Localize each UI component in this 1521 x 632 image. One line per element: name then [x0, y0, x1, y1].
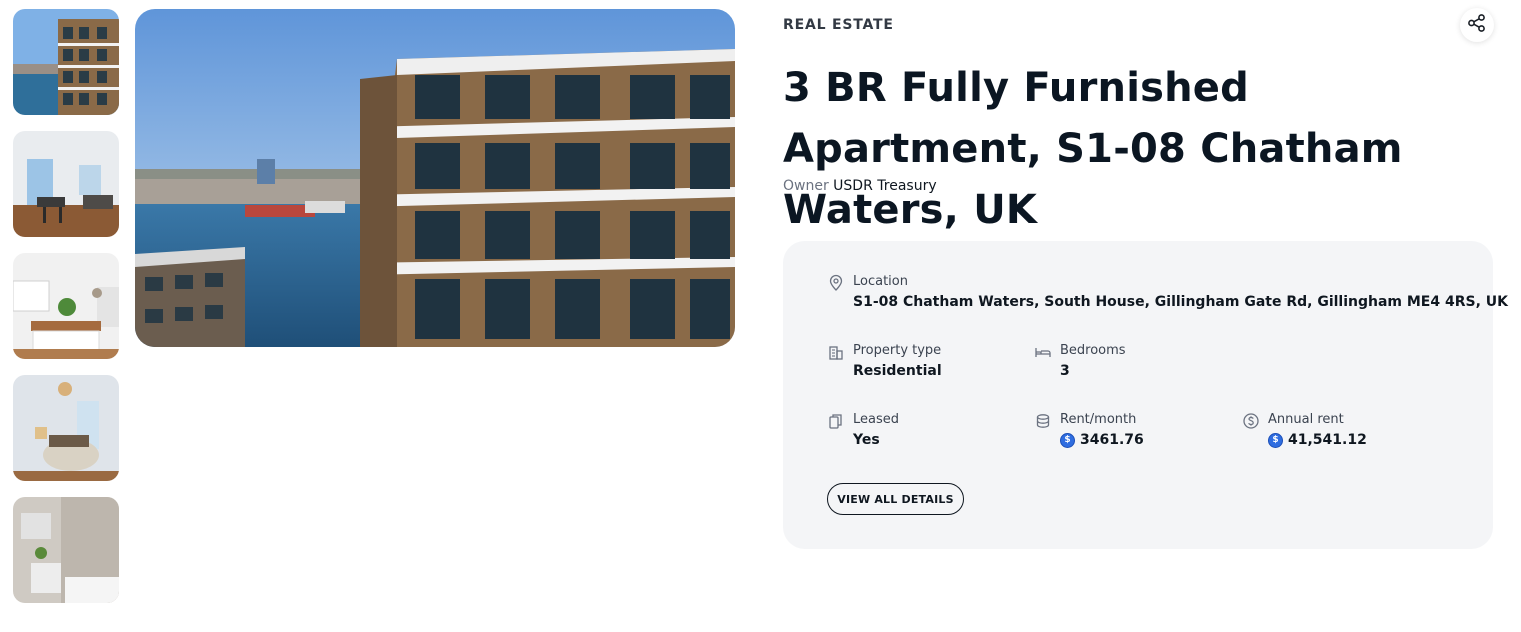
location-label: Location	[853, 274, 908, 289]
coins-icon	[1034, 412, 1052, 430]
owner-name[interactable]: USDR Treasury	[833, 178, 936, 194]
rent-month-field: Rent/month $ 3461.76	[1034, 411, 1144, 450]
annual-rent-value: 41,541.12	[1288, 432, 1367, 448]
share-button[interactable]	[1460, 8, 1494, 42]
rent-month-value-row: $ 3461.76	[1060, 430, 1144, 450]
rent-month-label: Rent/month	[1060, 412, 1137, 427]
category-label: REAL ESTATE	[783, 17, 894, 33]
rent-month-value: 3461.76	[1080, 432, 1144, 448]
owner-label: Owner	[783, 178, 829, 194]
annual-rent-field: Annual rent $ 41,541.12	[1242, 411, 1367, 450]
share-icon	[1467, 13, 1487, 37]
thumbnail-bathroom[interactable]	[13, 497, 119, 603]
property-details-card: Location S1-08 Chatham Waters, South Hou…	[783, 241, 1508, 549]
view-all-details-button[interactable]: VIEW ALL DETAILS	[827, 483, 964, 515]
leased-label: Leased	[853, 412, 900, 427]
thumbnail-gallery	[13, 9, 119, 619]
bedrooms-field: Bedrooms 3	[1034, 342, 1126, 381]
location-value: S1-08 Chatham Waters, South House, Gilli…	[853, 294, 1508, 310]
property-type-field: Property type Residential	[827, 342, 942, 381]
property-type-label: Property type	[853, 343, 942, 358]
location-pin-icon	[827, 274, 845, 292]
thumbnail-bedroom[interactable]	[13, 375, 119, 481]
bed-icon	[1034, 343, 1052, 361]
annual-rent-value-row: $ 41,541.12	[1268, 430, 1367, 450]
main-property-image[interactable]	[135, 9, 735, 347]
property-title: 3 BR Fully Furnished Apartment, S1-08 Ch…	[783, 65, 1403, 233]
owner-line: Owner USDR Treasury	[783, 178, 937, 194]
currency-coin-icon: $	[1268, 432, 1283, 448]
annual-rent-label: Annual rent	[1268, 412, 1344, 427]
bedrooms-label: Bedrooms	[1060, 343, 1126, 358]
dollar-circle-icon	[1242, 412, 1260, 430]
currency-coin-icon: $	[1060, 432, 1075, 448]
property-type-value: Residential	[853, 363, 942, 379]
building-icon	[827, 343, 845, 361]
location-field: Location S1-08 Chatham Waters, South Hou…	[827, 273, 1508, 312]
leased-field: Leased Yes	[827, 411, 899, 450]
thumbnail-kitchen[interactable]	[13, 253, 119, 359]
documents-icon	[827, 412, 845, 430]
thumbnail-building-exterior[interactable]	[13, 9, 119, 115]
bedrooms-value: 3	[1060, 363, 1070, 379]
thumbnail-living-room[interactable]	[13, 131, 119, 237]
leased-value: Yes	[853, 432, 880, 448]
